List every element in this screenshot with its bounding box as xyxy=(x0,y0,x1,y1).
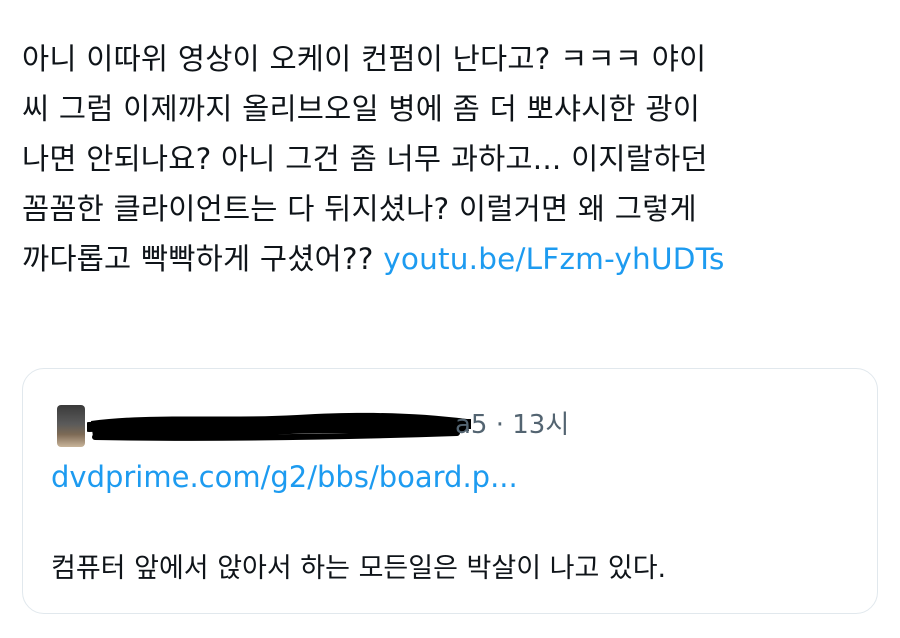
quoted-tweet-header: a5 · 13시 xyxy=(57,405,577,447)
tweet-text-line: 씨 그럼 이제까지 올리브오일 병에 좀 더 뽀샤시한 광이 xyxy=(22,92,701,126)
tweet-text-line: 꼼꼼한 클라이언트는 다 뒤지셨나? 이럴거면 왜 그렇게 xyxy=(22,192,697,226)
tweet-text-line: 까다롭고 빡빡하게 구셨어?? youtu.be/LFzm-yhUDTs xyxy=(22,234,884,284)
tweet-youtube-link[interactable]: youtu.be/LFzm-yhUDTs xyxy=(383,242,724,276)
redaction-scribble xyxy=(87,409,471,443)
quoted-tweet-card[interactable]: a5 · 13시 dvdprime.com/g2/bbs/board.p... … xyxy=(22,368,878,614)
redaction-scribble-icon xyxy=(87,412,471,441)
tweet-text-tail: 까다롭고 빡빡하게 구셨어?? xyxy=(22,242,384,276)
quoted-tweet-link[interactable]: dvdprime.com/g2/bbs/board.p... xyxy=(51,457,518,497)
tweet-text: 아니 이따위 영상이 오케이 컨펌이 난다고? ㅋㅋㅋ 야이 씨 그럼 이제까지… xyxy=(22,34,884,284)
quoted-tweet-handle-time: a5 · 13시 xyxy=(455,410,570,440)
tweet-text-line: 나면 안되나요? 아니 그건 좀 너무 과하고... 이지랄하던 xyxy=(22,142,708,176)
quoted-tweet-text: 컴퓨터 앞에서 앉아서 하는 모든일은 박살이 나고 있다. xyxy=(51,553,667,584)
tweet-text-line: 아니 이따위 영상이 오케이 컨펌이 난다고? ㅋㅋㅋ 야이 xyxy=(22,42,707,76)
avatar[interactable] xyxy=(57,405,85,447)
